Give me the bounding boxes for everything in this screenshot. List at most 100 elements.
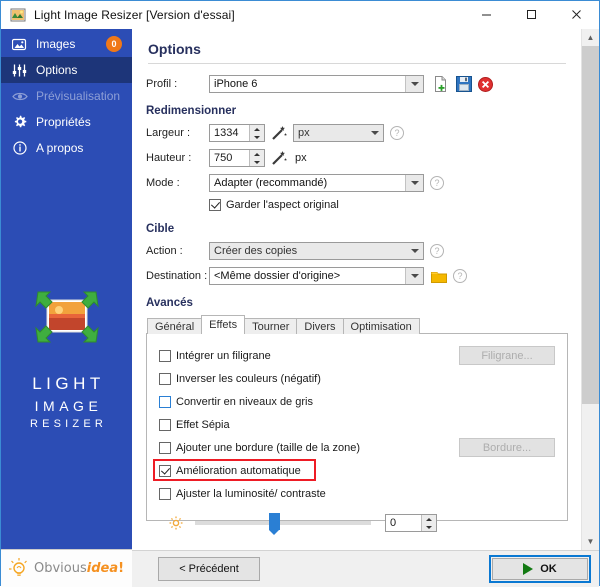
checkbox-box[interactable]	[159, 418, 171, 431]
ok-button[interactable]: OK	[492, 558, 588, 580]
vendor-logo[interactable]: Obviousidea!	[1, 549, 132, 587]
tab-divers[interactable]: Divers	[296, 318, 344, 334]
save-disk-icon[interactable]	[456, 76, 472, 92]
new-file-icon[interactable]	[433, 76, 450, 92]
height-value: 750	[214, 152, 233, 164]
sidebar-item-images[interactable]: Images 0	[1, 31, 132, 57]
keep-aspect-checkbox[interactable]: Garder l'aspect original	[209, 199, 339, 211]
destination-label: Destination :	[146, 270, 208, 282]
picture-icon	[11, 38, 28, 51]
title-divider	[148, 63, 566, 64]
border-button: Bordure...	[459, 438, 555, 457]
watermark-button: Filigrane...	[459, 346, 555, 365]
magic-wand-icon[interactable]	[271, 125, 287, 141]
options-pane: Options Profil : iPhone 6 Redimensionner…	[132, 29, 582, 550]
help-icon[interactable]: ?	[430, 244, 444, 258]
chevron-down-icon[interactable]	[406, 243, 423, 259]
resize-heading: Redimensionner	[146, 105, 237, 117]
effect-border-row: Ajouter une bordure (taille de la zone) …	[159, 436, 555, 459]
destination-select[interactable]: <Même dossier d'origine>	[209, 267, 424, 285]
brand-line-3: RESIZER	[29, 417, 108, 430]
brand-line-1: LIGHT	[32, 373, 105, 393]
help-icon[interactable]: ?	[453, 269, 467, 283]
width-stepper[interactable]	[249, 125, 264, 141]
chevron-down-icon[interactable]	[366, 125, 383, 141]
effect-watermark-row: Intégrer un filigrane Filigrane...	[159, 344, 555, 367]
vendor-prefix: Obvious	[34, 561, 87, 576]
checkbox-box[interactable]	[159, 441, 171, 454]
maximize-button[interactable]	[509, 1, 554, 28]
width-unit-select[interactable]: px	[293, 124, 384, 142]
sidebar-nav: Images 0 Options Prévisualisation Propri…	[1, 29, 132, 161]
sidebar-item-options[interactable]: Options	[1, 57, 132, 83]
app-window: Light Image Resizer [Version d'essai] Im…	[0, 0, 600, 587]
tab-tourner[interactable]: Tourner	[244, 318, 298, 334]
chevron-down-icon[interactable]	[405, 76, 423, 92]
scroll-up-icon[interactable]: ▲	[582, 29, 599, 46]
tab-optimisation[interactable]: Optimisation	[342, 318, 420, 334]
magic-wand-icon[interactable]	[271, 150, 287, 166]
close-button[interactable]	[554, 1, 599, 28]
sidebar: Images 0 Options Prévisualisation Propri…	[1, 29, 132, 587]
sliders-icon	[11, 64, 28, 77]
width-value: 1334	[214, 127, 239, 139]
profile-select[interactable]: iPhone 6	[209, 75, 424, 93]
width-label: Largeur :	[146, 127, 191, 139]
checkbox-box[interactable]	[159, 487, 171, 500]
checkbox-box[interactable]	[159, 372, 171, 385]
checkbox-box[interactable]	[209, 199, 221, 211]
previous-button[interactable]: < Précédent	[158, 557, 260, 581]
height-stepper[interactable]	[249, 150, 264, 166]
scroll-down-icon[interactable]: ▼	[582, 533, 599, 550]
scrollbar-thumb[interactable]	[582, 46, 599, 404]
vertical-scrollbar[interactable]: ▲ ▼	[581, 29, 599, 550]
sidebar-item-a-propos[interactable]: A propos	[1, 135, 132, 161]
effect-brightness-row: Ajuster la luminosité/ contraste	[159, 482, 555, 505]
help-icon[interactable]: ?	[390, 126, 404, 140]
width-input[interactable]: 1334	[209, 124, 265, 142]
action-select[interactable]: Créer des copies	[209, 242, 424, 260]
effect-border-checkbox[interactable]: Ajouter une bordure (taille de la zone)	[159, 441, 360, 454]
brand-name: LIGHT IMAGE RESIZER	[26, 372, 107, 433]
delete-circle-icon[interactable]	[478, 76, 493, 92]
minimize-button[interactable]	[464, 1, 509, 28]
mode-label: Mode :	[146, 177, 180, 189]
profile-row: Profil : iPhone 6	[146, 75, 568, 93]
effect-watermark-checkbox[interactable]: Intégrer un filigrane	[159, 349, 271, 362]
effect-sepia-checkbox[interactable]: Effet Sépia	[159, 418, 230, 431]
sidebar-item-label: Options	[36, 63, 78, 77]
tab-effets[interactable]: Effets	[201, 315, 246, 334]
sidebar-item-proprietes[interactable]: Propriétés	[1, 109, 132, 135]
brightness-value-input[interactable]: 0	[385, 514, 437, 532]
effect-label: Inverser les couleurs (négatif)	[176, 372, 321, 385]
effect-brightness-checkbox[interactable]: Ajuster la luminosité/ contraste	[159, 487, 326, 500]
keep-aspect-label: Garder l'aspect original	[226, 199, 339, 211]
highlight-box	[153, 459, 316, 481]
tab-general[interactable]: Général	[147, 318, 203, 334]
width-unit-value: px	[298, 127, 310, 139]
sidebar-item-label: Prévisualisation	[36, 89, 121, 103]
height-row: Hauteur : 750 px	[146, 149, 568, 167]
brightness-value: 0	[390, 517, 397, 529]
brand-block: LIGHT IMAGE RESIZER	[1, 161, 132, 587]
folder-icon[interactable]	[431, 270, 447, 283]
info-icon	[11, 141, 28, 155]
checkbox-box[interactable]	[159, 349, 171, 362]
checkbox-box[interactable]	[159, 395, 171, 408]
vendor-suffix: !	[118, 561, 125, 576]
sidebar-item-label: A propos	[36, 141, 84, 155]
brightness-slider-track[interactable]	[195, 513, 371, 535]
ok-label: OK	[540, 563, 557, 575]
effect-grayscale-checkbox[interactable]: Convertir en niveaux de gris	[159, 395, 313, 408]
effect-negative-checkbox[interactable]: Inverser les couleurs (négatif)	[159, 372, 321, 385]
help-icon[interactable]: ?	[430, 176, 444, 190]
mode-select[interactable]: Adapter (recommandé)	[209, 174, 424, 192]
sidebar-item-previsualisation[interactable]: Prévisualisation	[1, 83, 132, 109]
chevron-down-icon[interactable]	[405, 268, 423, 284]
chevron-down-icon[interactable]	[405, 175, 423, 191]
brightness-slider-row: 0	[159, 511, 555, 535]
height-input[interactable]: 750	[209, 149, 265, 167]
brightness-stepper[interactable]	[421, 515, 436, 531]
brightness-slider-thumb[interactable]	[269, 513, 280, 535]
action-value: Créer des copies	[214, 245, 298, 257]
